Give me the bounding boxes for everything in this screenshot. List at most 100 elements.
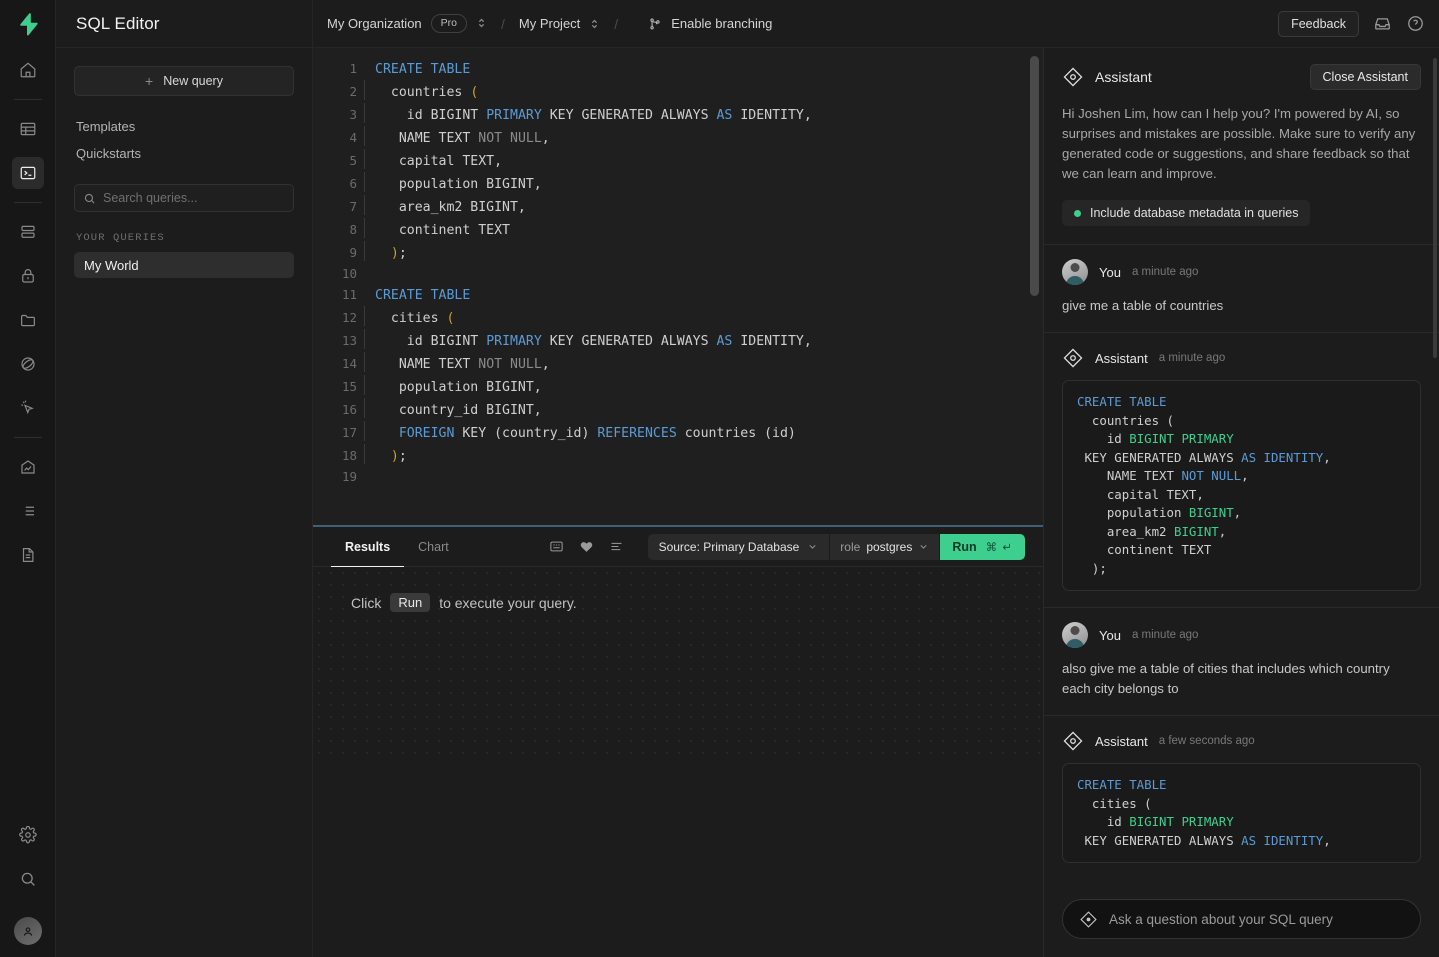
editor-vertical-scrollbar[interactable] bbox=[1030, 56, 1039, 296]
new-query-label: New query bbox=[163, 74, 223, 88]
assistant-code-block[interactable]: CREATE TABLE cities ( id BIGINT PRIMARY … bbox=[1062, 763, 1421, 863]
assistant-scrollbar[interactable] bbox=[1433, 58, 1437, 358]
message-timestamp: a few seconds ago bbox=[1158, 735, 1255, 747]
enable-branching-label: Enable branching bbox=[671, 16, 773, 31]
chat-message: You a minute ago give me a table of coun… bbox=[1044, 245, 1439, 332]
include-metadata-toggle[interactable]: Include database metadata in queries bbox=[1062, 200, 1311, 226]
message-author: Assistant bbox=[1095, 350, 1148, 366]
sql-editor-sidebar: SQL Editor + New query Templates Quickst… bbox=[56, 0, 313, 957]
rail-divider bbox=[13, 202, 42, 203]
assistant-diamond-icon bbox=[1062, 730, 1084, 752]
message-header: You a minute ago bbox=[1062, 259, 1421, 285]
empty-suffix: to execute your query. bbox=[439, 594, 577, 611]
run-query-button[interactable]: Run ⌘ ↵ bbox=[940, 533, 1025, 560]
assistant-input-field[interactable] bbox=[1062, 899, 1421, 939]
results-empty-message: Click Run to execute your query. bbox=[313, 567, 1043, 638]
favorite-heart-icon[interactable] bbox=[572, 534, 602, 560]
sidebar-item-reports[interactable] bbox=[12, 451, 44, 483]
primary-icon-rail bbox=[0, 0, 56, 957]
supabase-bolt-logo[interactable] bbox=[0, 0, 55, 48]
saved-query-label: My World bbox=[84, 257, 139, 273]
rail-divider bbox=[13, 437, 42, 438]
message-timestamp: a minute ago bbox=[1131, 629, 1199, 641]
sidebar-item-realtime[interactable] bbox=[12, 392, 44, 424]
sidebar-item-sql-editor[interactable] bbox=[11, 157, 44, 189]
message-text: also give me a table of cities that incl… bbox=[1062, 661, 1390, 696]
editor-column: 1 CREATE TABLE 2 countries ( 3 id BIGINT … bbox=[313, 48, 1043, 957]
chevron-updown-icon bbox=[589, 17, 600, 31]
search-input[interactable] bbox=[103, 191, 285, 205]
sidebar-item-storage[interactable] bbox=[12, 304, 44, 336]
inbox-icon[interactable] bbox=[1373, 14, 1392, 33]
sidebar-item-templates[interactable]: Templates bbox=[74, 114, 294, 139]
assistant-diamond-icon bbox=[1062, 66, 1084, 88]
user-avatar-icon[interactable] bbox=[13, 917, 42, 945]
results-tool-group bbox=[542, 534, 632, 560]
branch-icon bbox=[648, 17, 662, 31]
assistant-diamond-icon bbox=[1079, 910, 1098, 929]
source-selector[interactable]: Source: Primary Database bbox=[648, 533, 831, 560]
saved-query-my-world[interactable]: My World bbox=[74, 252, 294, 278]
assistant-input-container bbox=[1044, 885, 1439, 957]
editor-assistant-split: 1 CREATE TABLE 2 countries ( 3 id BIGINT … bbox=[313, 48, 1439, 957]
tab-chart[interactable]: Chart bbox=[404, 527, 463, 567]
message-timestamp: a minute ago bbox=[1158, 352, 1226, 364]
message-header: Assistant a few seconds ago bbox=[1062, 730, 1421, 752]
run-shortcut-label: ⌘ ↵ bbox=[985, 541, 1013, 554]
role-prefix: role bbox=[840, 539, 861, 554]
top-breadcrumb-bar: My Organization Pro / My Project / Enabl… bbox=[313, 0, 1439, 48]
code-scroll-viewport: 1 CREATE TABLE 2 countries ( 3 id BIGINT … bbox=[313, 48, 1043, 525]
sidebar-item-table-editor[interactable] bbox=[12, 113, 44, 145]
tab-results[interactable]: Results bbox=[331, 527, 405, 568]
role-selector[interactable]: role postgres bbox=[830, 533, 941, 560]
sidebar-item-database[interactable] bbox=[12, 216, 44, 248]
settings-gear-icon[interactable] bbox=[12, 819, 44, 851]
sidebar-item-edge-functions[interactable] bbox=[12, 348, 44, 380]
results-empty-area bbox=[313, 762, 1043, 957]
sidebar-item-home[interactable] bbox=[12, 54, 44, 86]
breadcrumb-organization[interactable]: My Organization Pro bbox=[327, 14, 487, 33]
sidebar-item-logs[interactable] bbox=[12, 495, 44, 527]
organization-name: My Organization bbox=[327, 15, 422, 31]
enable-branching-button[interactable]: Enable branching bbox=[648, 16, 772, 31]
main-column: My Organization Pro / My Project / Enabl… bbox=[313, 0, 1439, 957]
line-number: 1 bbox=[349, 61, 357, 76]
results-pane: Results Chart Source: Primary Database r… bbox=[313, 527, 1043, 957]
assistant-question-input[interactable] bbox=[1109, 911, 1404, 927]
chevron-down-icon bbox=[920, 545, 927, 549]
breadcrumb-project[interactable]: My Project bbox=[519, 16, 600, 31]
line-number: 17 bbox=[341, 425, 357, 440]
line-number: 9 bbox=[349, 245, 357, 260]
line-number: 4 bbox=[349, 130, 357, 145]
close-assistant-button[interactable]: Close Assistant bbox=[1309, 64, 1421, 90]
page-title: SQL Editor bbox=[76, 13, 160, 33]
new-query-button[interactable]: + New query bbox=[74, 66, 294, 96]
assistant-code-block[interactable]: CREATE TABLE countries ( id BIGINT PRIMA… bbox=[1062, 380, 1421, 591]
project-name: My Project bbox=[518, 16, 581, 31]
message-text: give me a table of countries bbox=[1062, 298, 1224, 313]
search-queries-field[interactable] bbox=[74, 184, 294, 212]
empty-run-chip: Run bbox=[390, 593, 431, 612]
help-circle-icon[interactable] bbox=[1406, 14, 1425, 33]
line-number: 13 bbox=[341, 333, 357, 348]
sql-source-lines[interactable]: 1 CREATE TABLE 2 countries ( 3 id BIGINT … bbox=[313, 48, 1043, 488]
global-search-icon[interactable] bbox=[12, 863, 44, 895]
line-number: 10 bbox=[341, 266, 357, 281]
sidebar-item-quickstarts[interactable]: Quickstarts bbox=[74, 141, 294, 166]
status-dot-icon bbox=[1074, 209, 1081, 217]
message-header: You a minute ago bbox=[1062, 622, 1421, 648]
sidebar-item-authentication[interactable] bbox=[12, 260, 44, 292]
empty-prefix: Click bbox=[351, 594, 382, 611]
chevron-down-icon bbox=[809, 545, 816, 549]
sidebar-header: SQL Editor bbox=[56, 0, 312, 48]
snippet-icon[interactable] bbox=[542, 534, 572, 560]
line-number: 11 bbox=[341, 287, 357, 302]
assistant-scroll-area: Assistant Close Assistant Hi Joshen Lim,… bbox=[1044, 48, 1439, 957]
chat-message: Assistant a few seconds ago CREATE TABLE… bbox=[1044, 716, 1439, 879]
sql-code-editor[interactable]: 1 CREATE TABLE 2 countries ( 3 id BIGINT … bbox=[313, 48, 1043, 525]
run-controls-group: Source: Primary Database role postgres R… bbox=[647, 533, 1025, 560]
assistant-diamond-icon bbox=[1062, 347, 1084, 369]
format-list-icon[interactable] bbox=[602, 534, 632, 560]
feedback-button[interactable]: Feedback bbox=[1278, 10, 1359, 37]
sidebar-item-api-docs[interactable] bbox=[12, 539, 44, 571]
